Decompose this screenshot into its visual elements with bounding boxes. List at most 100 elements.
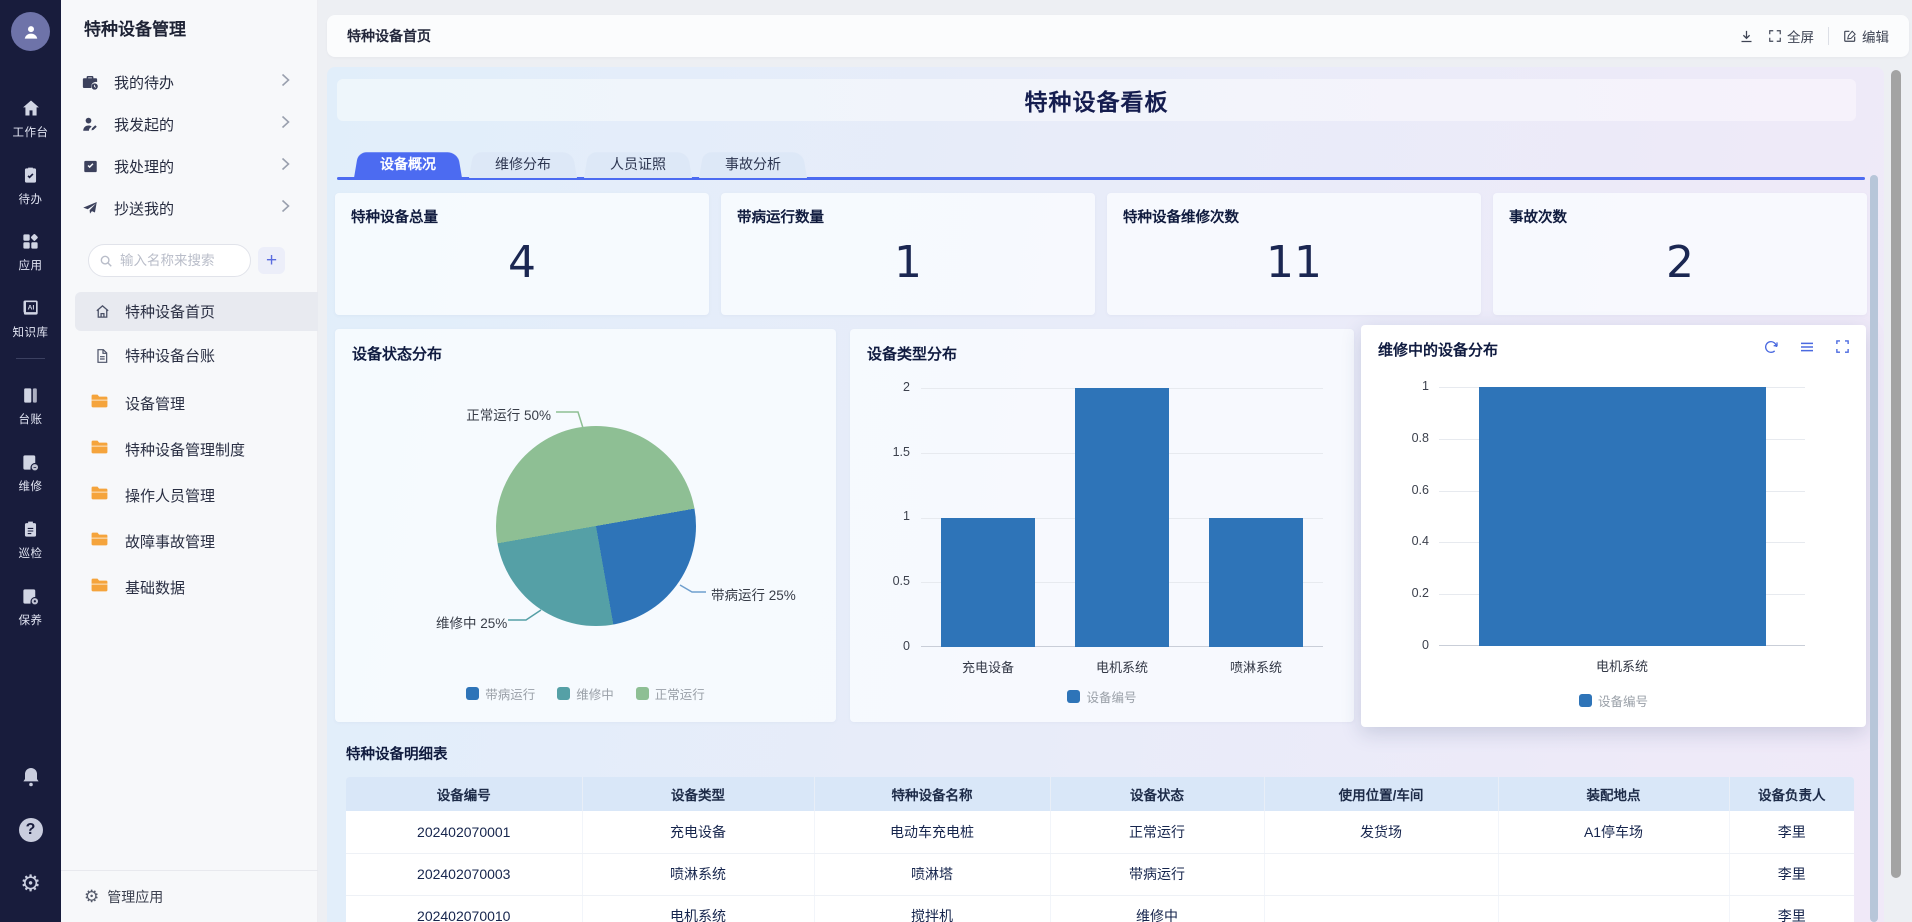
stat-value: 1 — [721, 237, 1095, 288]
rail-item-inspection[interactable]: 巡检 — [0, 520, 61, 561]
refresh-icon[interactable] — [1763, 339, 1779, 355]
rail-item-ledger[interactable]: 台账 — [0, 386, 61, 427]
col-device-type: 设备类型 — [582, 777, 814, 811]
device-status-pie-card: 设备状态分布 正常运行 50% 带病运行 25% 维修中 25% 带病运行 — [335, 329, 836, 722]
page-scrollbar[interactable] — [1891, 70, 1901, 878]
menu-cc-to-me[interactable]: 抄送我的 — [71, 188, 308, 228]
stat-card-repair-count: 特种设备维修次数 11 — [1107, 193, 1481, 315]
col-device-status: 设备状态 — [1050, 777, 1264, 811]
person-edit-icon — [80, 115, 100, 133]
search-input[interactable] — [120, 253, 238, 268]
add-button[interactable]: + — [258, 247, 285, 274]
col-device-id: 设备编号 — [346, 777, 582, 811]
stat-value: 11 — [1107, 237, 1481, 288]
home-outline-icon — [92, 303, 112, 320]
legend-item-normal[interactable]: 正常运行 — [636, 684, 705, 703]
tab-accident-analysis[interactable]: 事故分析 — [699, 150, 807, 178]
breadcrumb: 特种设备首页 — [347, 26, 431, 46]
rail-item-todo[interactable]: 待办 — [0, 166, 61, 207]
menu-my-todos[interactable]: 我的待办 — [71, 62, 308, 102]
ledger-icon — [21, 386, 40, 405]
col-device-name: 特种设备名称 — [814, 777, 1050, 811]
legend-item-faulty[interactable]: 带病运行 — [466, 684, 535, 703]
edit-icon — [1843, 29, 1857, 43]
chevron-right-icon — [281, 115, 290, 134]
folder-icon — [90, 531, 112, 552]
stat-card-accident-count: 事故次数 2 — [1493, 193, 1867, 315]
device-status-pie[interactable] — [496, 426, 696, 626]
rail-item-workbench[interactable]: 工作台 — [0, 98, 61, 140]
inspection-icon — [21, 520, 40, 539]
dashboard-tabs: 设备概况 维修分布 人员证照 事故分析 — [354, 150, 807, 178]
dashboard-title: 特种设备看板 — [1025, 83, 1169, 117]
question-icon: ? — [19, 818, 43, 842]
legend-item-device-id[interactable]: 设备编号 — [1579, 691, 1648, 710]
document-icon — [92, 348, 112, 364]
folder-operator-management[interactable]: 操作人员管理 — [75, 476, 318, 514]
dashboard-banner: 特种设备看板 — [337, 79, 1856, 121]
rail-item-knowledge[interactable]: AI 知识库 — [0, 298, 61, 340]
rail-item-apps[interactable]: 应用 — [0, 232, 61, 273]
user-avatar[interactable] — [11, 12, 50, 51]
device-type-legend: 设备编号 — [850, 687, 1354, 706]
search-icon — [99, 254, 113, 268]
notifications-button[interactable] — [0, 765, 61, 789]
repair-icon — [21, 453, 40, 472]
table-row[interactable]: 202402070003喷淋系统喷淋塔带病运行李里 — [346, 853, 1854, 895]
gear-icon: ⚙ — [84, 887, 99, 907]
svg-text:AI: AI — [27, 304, 34, 311]
legend-item-repairing[interactable]: 维修中 — [557, 684, 614, 703]
app-sidebar: 特种设备管理 我的待办 我发起的 我处理的 — [61, 0, 318, 922]
chevron-right-icon — [281, 199, 290, 218]
gear-icon: ⚙ — [20, 872, 41, 895]
bar-spray-system[interactable] — [1209, 518, 1303, 648]
download-button[interactable] — [1739, 29, 1754, 44]
app-window: 工作台 待办 应用 AI 知识库 台账 维修 巡检 保养 — [0, 0, 1912, 922]
rail-item-maintenance[interactable]: 保养 — [0, 587, 61, 628]
sidebar-item-equipment-ledger[interactable]: 特种设备台账 — [75, 336, 318, 375]
settings-button[interactable]: ⚙ — [0, 872, 61, 895]
menu-handled-by-me[interactable]: 我处理的 — [71, 146, 308, 186]
repairing-devices-plot — [1439, 387, 1805, 646]
folder-equipment-policy[interactable]: 特种设备管理制度 — [75, 430, 318, 468]
folder-icon — [90, 393, 112, 414]
legend-swatch — [1579, 694, 1592, 707]
bar-motor-system-repairing[interactable] — [1479, 387, 1766, 646]
tab-repair-distribution[interactable]: 维修分布 — [469, 150, 577, 178]
dashboard-scrollbar[interactable] — [1870, 175, 1878, 922]
bar-charging-equipment[interactable] — [941, 518, 1035, 648]
fullscreen-icon — [1768, 29, 1782, 43]
table-title: 特种设备明细表 — [346, 743, 448, 764]
main-content: 特种设备首页 全屏 编辑 特种设备看板 — [318, 0, 1912, 922]
tab-device-overview[interactable]: 设备概况 — [354, 150, 462, 178]
chevron-right-icon — [281, 157, 290, 176]
stat-value: 4 — [335, 237, 709, 288]
sidebar-item-equipment-home[interactable]: 特种设备首页 — [75, 292, 318, 331]
fullscreen-button[interactable]: 全屏 — [1768, 26, 1814, 46]
maintenance-icon — [21, 587, 40, 606]
manage-apps-button[interactable]: ⚙ 管理应用 — [61, 870, 318, 922]
expand-icon[interactable] — [1835, 339, 1850, 355]
table-row[interactable]: 202402070001充电设备电动车充电桩正常运行发货场A1停车场李里 — [346, 811, 1854, 853]
app-title: 特种设备管理 — [84, 15, 186, 40]
toolbar-divider — [1828, 27, 1829, 45]
legend-swatch — [1067, 690, 1080, 703]
rail-item-repair[interactable]: 维修 — [0, 453, 61, 494]
table-row[interactable]: 202402070010电机系统搅拌机维修中李里 — [346, 895, 1854, 922]
table-header-row: 设备编号 设备类型 特种设备名称 设备状态 使用位置/车间 装配地点 设备负责人 — [346, 777, 1854, 811]
folder-base-data[interactable]: 基础数据 — [75, 568, 318, 606]
tab-personnel-certificates[interactable]: 人员证照 — [584, 150, 692, 178]
legend-item-device-id[interactable]: 设备编号 — [1067, 687, 1136, 706]
folder-equipment-management[interactable]: 设备管理 — [75, 384, 318, 422]
legend-swatch — [557, 687, 570, 700]
data-view-icon[interactable] — [1799, 339, 1815, 355]
help-button[interactable]: ? — [0, 818, 61, 842]
menu-initiated-by-me[interactable]: 我发起的 — [71, 104, 308, 144]
bar-motor-system[interactable] — [1075, 388, 1169, 647]
legend-swatch — [466, 687, 479, 700]
folder-incident-management[interactable]: 故障事故管理 — [75, 522, 318, 560]
briefcase-clock-icon — [80, 73, 100, 91]
edit-button[interactable]: 编辑 — [1843, 26, 1889, 46]
pie-label-faulty: 带病运行 25% — [711, 584, 796, 604]
chart-toolbar — [1763, 339, 1850, 355]
